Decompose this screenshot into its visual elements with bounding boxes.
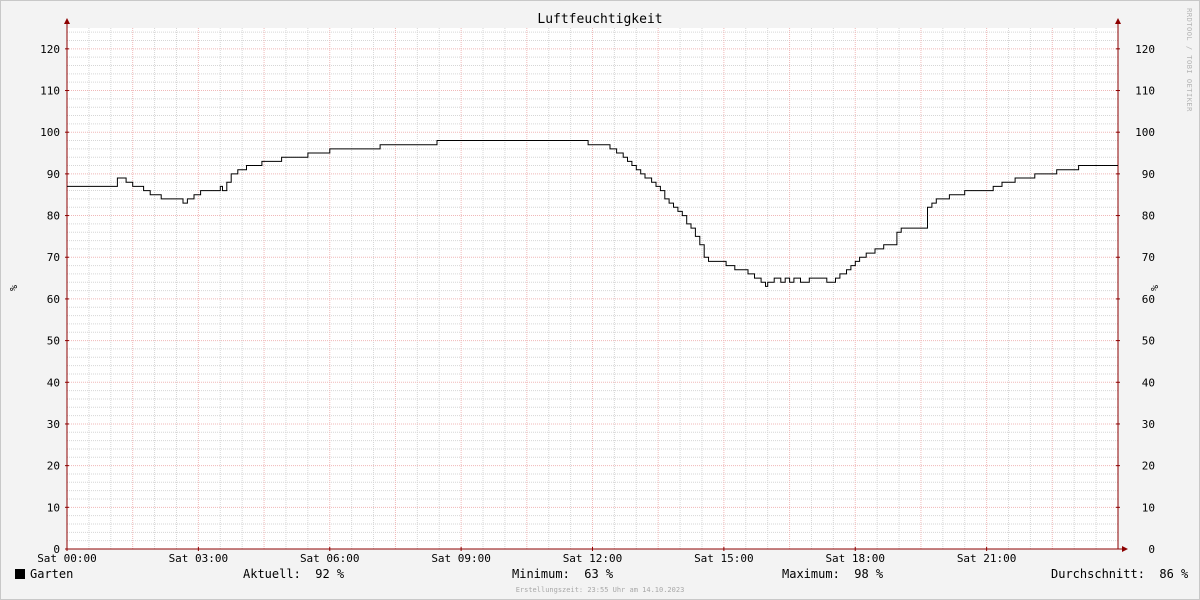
legend-row: Garten Aktuell: 92 % Minimum: 63 % Maxim… (0, 566, 1200, 584)
y-tick-label-right: 120 (1135, 43, 1155, 56)
y-axis-arrow-right (1115, 18, 1121, 24)
y-tick-label-right: 70 (1142, 251, 1155, 264)
y-tick-label-left: 70 (47, 251, 60, 264)
y-axis-arrow-left (64, 18, 70, 24)
y-tick-label-left: 110 (40, 85, 60, 98)
y-tick-label-right: 80 (1142, 210, 1155, 223)
y-tick-label-right: 100 (1135, 126, 1155, 139)
y-tick-label-left: 50 (47, 335, 60, 348)
y-axis-unit-right: % (1148, 285, 1159, 291)
y-tick-label-right: 0 (1148, 543, 1155, 556)
y-tick-label-left: 80 (47, 210, 60, 223)
y-tick-label-right: 90 (1142, 168, 1155, 181)
stat-minimum: Minimum: 63 % (512, 567, 614, 581)
y-tick-label-right: 20 (1142, 460, 1155, 473)
x-tick-label: Sat 03:00 (169, 552, 229, 565)
y-tick-label-left: 30 (47, 418, 60, 431)
x-tick-label: Sat 21:00 (957, 552, 1017, 565)
x-tick-label: Sat 00:00 (37, 552, 97, 565)
y-tick-label-left: 120 (40, 43, 60, 56)
stat-current: Aktuell: 92 % (243, 567, 345, 581)
y-tick-label-left: 10 (47, 501, 60, 514)
legend-swatch (15, 569, 25, 579)
y-tick-label-left: 40 (47, 376, 60, 389)
y-tick-label-right: 50 (1142, 335, 1155, 348)
x-axis-labels: Sat 00:00 Sat 03:00 Sat 06:00 Sat 09:00 Sat … (37, 552, 1016, 565)
y-axis-left-labels: 0102030405060708090100110120 (40, 43, 60, 556)
x-tick-label: Sat 06:00 (300, 552, 360, 565)
rrdtool-watermark: RRDTOOL / TOBI OETIKER (1185, 8, 1193, 112)
y-tick-label-right: 40 (1142, 376, 1155, 389)
y-tick-label-right: 30 (1142, 418, 1155, 431)
y-tick-label-left: 20 (47, 460, 60, 473)
stat-maximum: Maximum: 98 % (782, 567, 884, 581)
y-tick-label-right: 60 (1142, 293, 1155, 306)
y-axis-unit-left: % (7, 285, 18, 291)
x-tick-label: Sat 15:00 (694, 552, 754, 565)
y-axis-right-labels: 0 10 20 30 40 50 60 70 80 90 100 110 120 (1135, 43, 1155, 556)
line-chart: 0 10 20 30 40 50 60 70 80 90 100 110 120 0 10 20 30 40 50… (7, 8, 1193, 594)
chart-title: Luftfeuchtigkeit (537, 12, 662, 27)
x-tick-label: Sat 09:00 (431, 552, 491, 565)
y-tick-label-left: 90 (47, 168, 60, 181)
creation-time-footer: Erstellungszeit: 23:55 Uhr am 14.10.2023 (516, 586, 685, 594)
y-tick-label-right: 10 (1142, 501, 1155, 514)
legend-series-name: Garten (30, 567, 74, 581)
y-tick-label-left: 60 (47, 293, 60, 306)
x-tick-label: Sat 18:00 (825, 552, 885, 565)
y-tick-label-right: 110 (1135, 85, 1155, 98)
x-tick-label: Sat 12:00 (563, 552, 623, 565)
stat-average: Durchschnitt: 86 % (1051, 567, 1189, 581)
x-axis-arrow (1122, 546, 1128, 552)
y-tick-label-left: 100 (40, 126, 60, 139)
